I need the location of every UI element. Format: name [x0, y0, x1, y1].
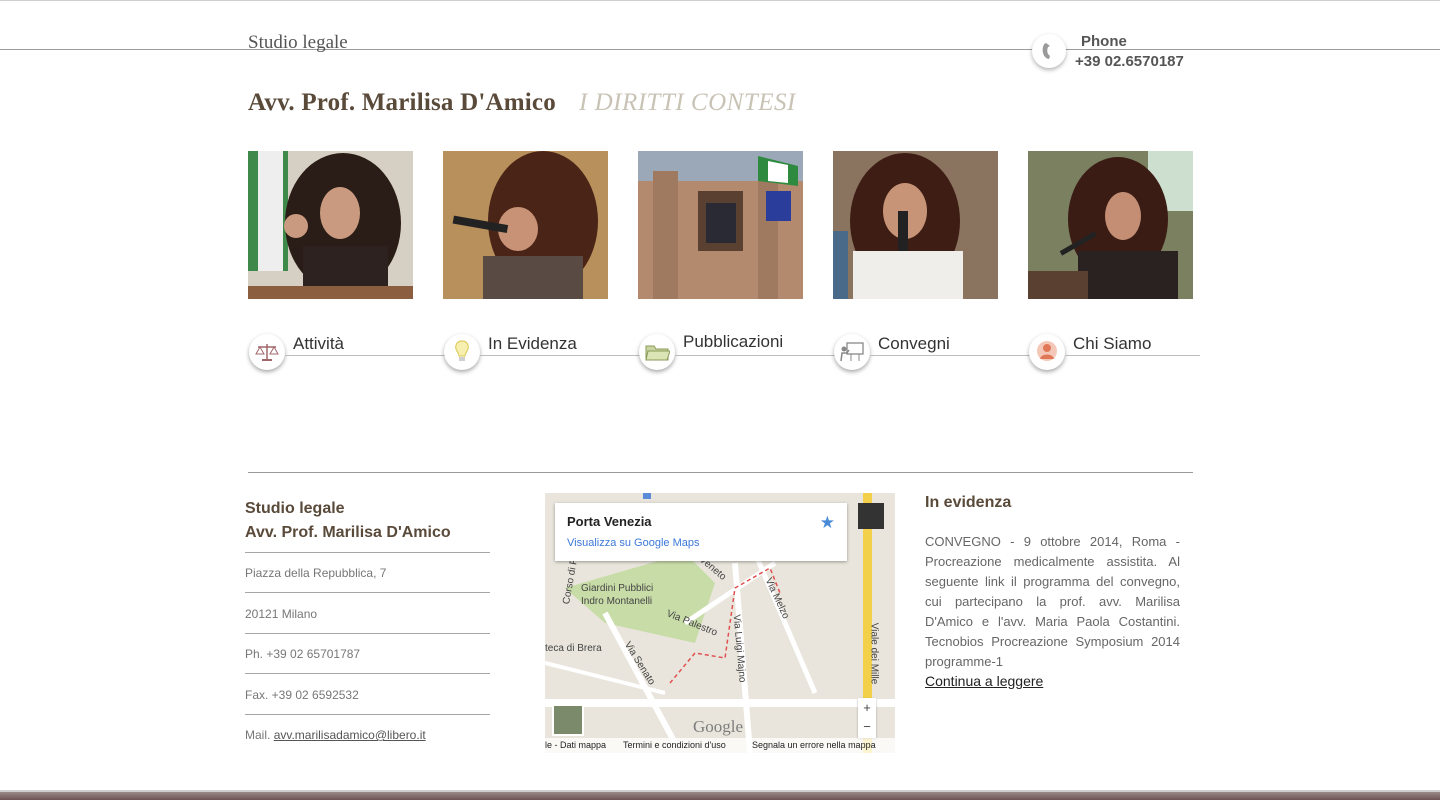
phone-icon [1032, 34, 1066, 68]
map-info-card: Porta Venezia Visualizza su Google Maps … [555, 503, 847, 561]
brand-label[interactable]: Studio legale [248, 32, 348, 54]
mail-label: Mail. [245, 728, 271, 742]
map-label: teca di Brera [545, 643, 602, 654]
map-label: Viale dei Mille [868, 622, 880, 685]
map-place-name: Porta Venezia [567, 514, 652, 529]
satellite-toggle-icon[interactable] [552, 704, 584, 736]
nav-underline [480, 355, 640, 356]
photo-speaker-4[interactable] [1028, 151, 1193, 299]
contact-title: Studio legale Avv. Prof. Marilisa D'Amic… [245, 497, 451, 545]
top-border [0, 0, 1440, 1]
google-logo: Google [693, 717, 744, 736]
zoom-out-button[interactable]: − [858, 717, 876, 736]
photo-speaker-1[interactable] [248, 151, 413, 299]
contact-address: Piazza della Repubblica, 7 [245, 566, 387, 580]
zoom-control: + − [858, 698, 876, 738]
map-footer: le - Dati mappa Termini e condizioni d'u… [545, 738, 895, 753]
evidenza-text: CONVEGNO - 9 ottobre 2014, Roma - Procre… [925, 534, 1180, 669]
evidenza-title: In evidenza [925, 494, 1012, 511]
map-label: Giardini Pubblici [581, 583, 654, 594]
photo-building[interactable] [638, 151, 803, 299]
contact-title-line1: Studio legale [245, 500, 345, 517]
star-icon[interactable]: ★ [820, 513, 835, 533]
map-data-credit: le - Dati mappa [545, 740, 607, 750]
photo-speaker-3[interactable] [833, 151, 998, 299]
contact-mail-row: Mail. avv.marilisadamico@libero.it [245, 728, 490, 742]
read-more-link[interactable]: Continua a leggere [925, 673, 1043, 689]
contact-divider [245, 592, 490, 593]
nav-underline [285, 355, 445, 356]
street-view-icon[interactable] [858, 503, 884, 529]
photo-speaker-2[interactable] [443, 151, 608, 299]
contact-divider [245, 673, 490, 674]
contact-phone: Ph. +39 02 65701787 [245, 647, 361, 661]
scales-icon [249, 334, 285, 370]
folder-icon [639, 334, 675, 370]
map-terms-link[interactable]: Termini e condizioni d'uso [623, 740, 726, 750]
zoom-in-button[interactable]: + [858, 698, 876, 717]
nav-label: Convegni [878, 334, 950, 353]
nav-underline [870, 355, 1030, 356]
header-rule [0, 49, 1440, 50]
page-subtitle: I DIRITTI CONTESI [579, 89, 796, 116]
contact-divider [245, 633, 490, 634]
nav-label: In Evidenza [488, 334, 577, 353]
contact-title-line2: Avv. Prof. Marilisa D'Amico [245, 524, 451, 541]
contact-divider [245, 552, 490, 553]
contact-city: 20121 Milano [245, 607, 318, 621]
page-title: Avv. Prof. Marilisa D'Amico [248, 89, 556, 116]
footer-separator [248, 472, 1193, 473]
mail-link[interactable]: avv.marilisadamico@libero.it [274, 728, 426, 742]
contact-divider [245, 714, 490, 715]
map-report-link[interactable]: Segnala un errore nella mappa [752, 740, 876, 750]
nav-label: Attività [293, 334, 345, 353]
nav-label: Pubblicazioni [683, 332, 784, 351]
person-icon [1029, 334, 1065, 370]
nav-underline [1065, 355, 1200, 356]
contact-fax: Fax. +39 02 6592532 [245, 688, 359, 702]
map-label: Indro Montanelli [581, 596, 653, 607]
google-map[interactable]: Giardini Pubblici Indro Montanelli Via P… [545, 493, 895, 753]
phone-label: Phone [1081, 33, 1127, 50]
nav-label: Chi Siamo [1073, 334, 1152, 353]
bottom-bar [0, 792, 1440, 800]
lightbulb-icon [444, 334, 480, 370]
presentation-icon [834, 334, 870, 370]
phone-number[interactable]: +39 02.6570187 [1075, 53, 1184, 70]
nav-underline [675, 355, 835, 356]
map-open-link[interactable]: Visualizza su Google Maps [567, 537, 699, 549]
